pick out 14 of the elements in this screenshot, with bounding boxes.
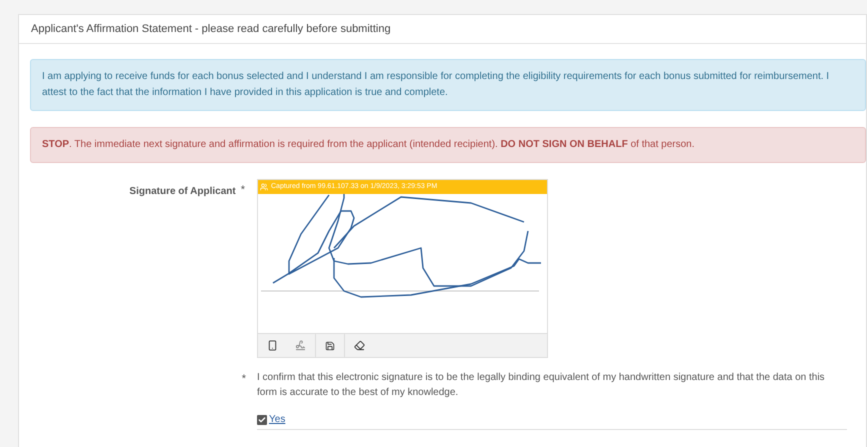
save-icon [325,340,335,350]
signature-icon [295,340,306,351]
info-message: I am applying to receive funds for each bonus selected and I understand I am responsible for completing the eligibility requirements for each bonus submitted for reimbursement. I attest to the fact that the information I have provided in this application is true and complete. [30,59,866,111]
eraser-icon [354,340,364,351]
field-label: Signature of Applicant [129,185,236,199]
users-icon [260,183,268,191]
warning-message: STOP. The immediate next signature and affirmation is required from the applicant (intended recipient). DO NOT SIGN ON BEHALF of that person. [30,127,866,163]
required-mark: * [242,372,246,387]
required-mark: * [240,184,245,198]
yes-link[interactable]: Yes [269,412,286,427]
panel-title: Applicant's Affirmation Statement - please read carefully before submitting [31,22,391,37]
confirmation-text: I confirm that this electronic signature is to be the legally binding equivalent of my handwritten signature and that the data on this form is accurate to the best of my knowledge. [257,371,826,400]
phone-icon [266,340,278,351]
checkbox[interactable] [257,414,267,424]
